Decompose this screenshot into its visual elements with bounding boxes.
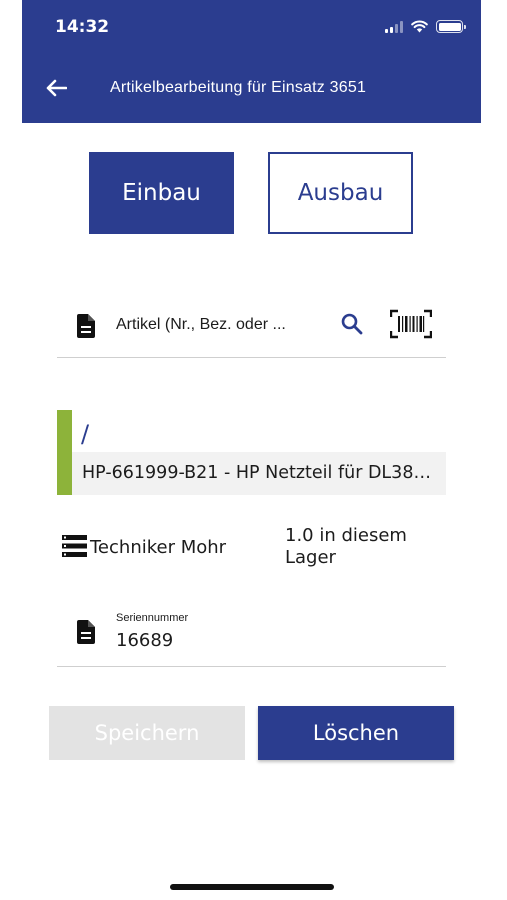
article-search-field[interactable]: Artikel (Nr., Bez. oder ... bbox=[57, 300, 446, 358]
back-button[interactable] bbox=[42, 76, 70, 100]
article-path: / bbox=[81, 420, 90, 448]
arrow-left-icon bbox=[46, 79, 67, 97]
document-icon bbox=[77, 620, 95, 644]
install-toggle-button[interactable]: Einbau bbox=[89, 152, 234, 234]
article-status-bar bbox=[57, 410, 72, 495]
search-icon[interactable] bbox=[341, 313, 363, 335]
article-search-placeholder: Artikel (Nr., Bez. oder ... bbox=[116, 316, 286, 333]
list-icon bbox=[62, 535, 87, 557]
serial-number-value[interactable]: 16689 bbox=[116, 630, 173, 651]
barcode-scanner-icon[interactable] bbox=[390, 309, 432, 339]
serial-number-field[interactable]: Seriennummer 16689 bbox=[57, 606, 446, 667]
save-button[interactable]: Speichern bbox=[49, 706, 245, 760]
battery-icon bbox=[436, 20, 466, 33]
app-header: 14:32 Artikelbearbeitung für Einsatz 365… bbox=[22, 0, 481, 123]
delete-button[interactable]: Löschen bbox=[258, 706, 454, 760]
technician-name: Techniker Mohr bbox=[90, 537, 227, 558]
serial-number-label: Seriennummer bbox=[116, 612, 189, 624]
status-icons bbox=[385, 20, 466, 33]
technician-row: Techniker Mohr 1.0 in diesem Lager bbox=[60, 525, 450, 585]
stock-quantity: 1.0 in diesem Lager bbox=[285, 525, 407, 568]
selected-article-card[interactable]: / HP-661999-B21 - HP Netzteil für DL38… bbox=[57, 410, 446, 495]
page-title: Artikelbearbeitung für Einsatz 3651 bbox=[110, 79, 367, 96]
cellular-signal-icon bbox=[385, 20, 403, 33]
document-icon bbox=[77, 314, 95, 338]
article-name: HP-661999-B21 - HP Netzteil für DL38… bbox=[72, 452, 446, 495]
home-indicator[interactable] bbox=[170, 884, 334, 890]
status-time: 14:32 bbox=[55, 17, 110, 37]
remove-toggle-button[interactable]: Ausbau bbox=[268, 152, 413, 234]
wifi-icon bbox=[411, 20, 428, 33]
